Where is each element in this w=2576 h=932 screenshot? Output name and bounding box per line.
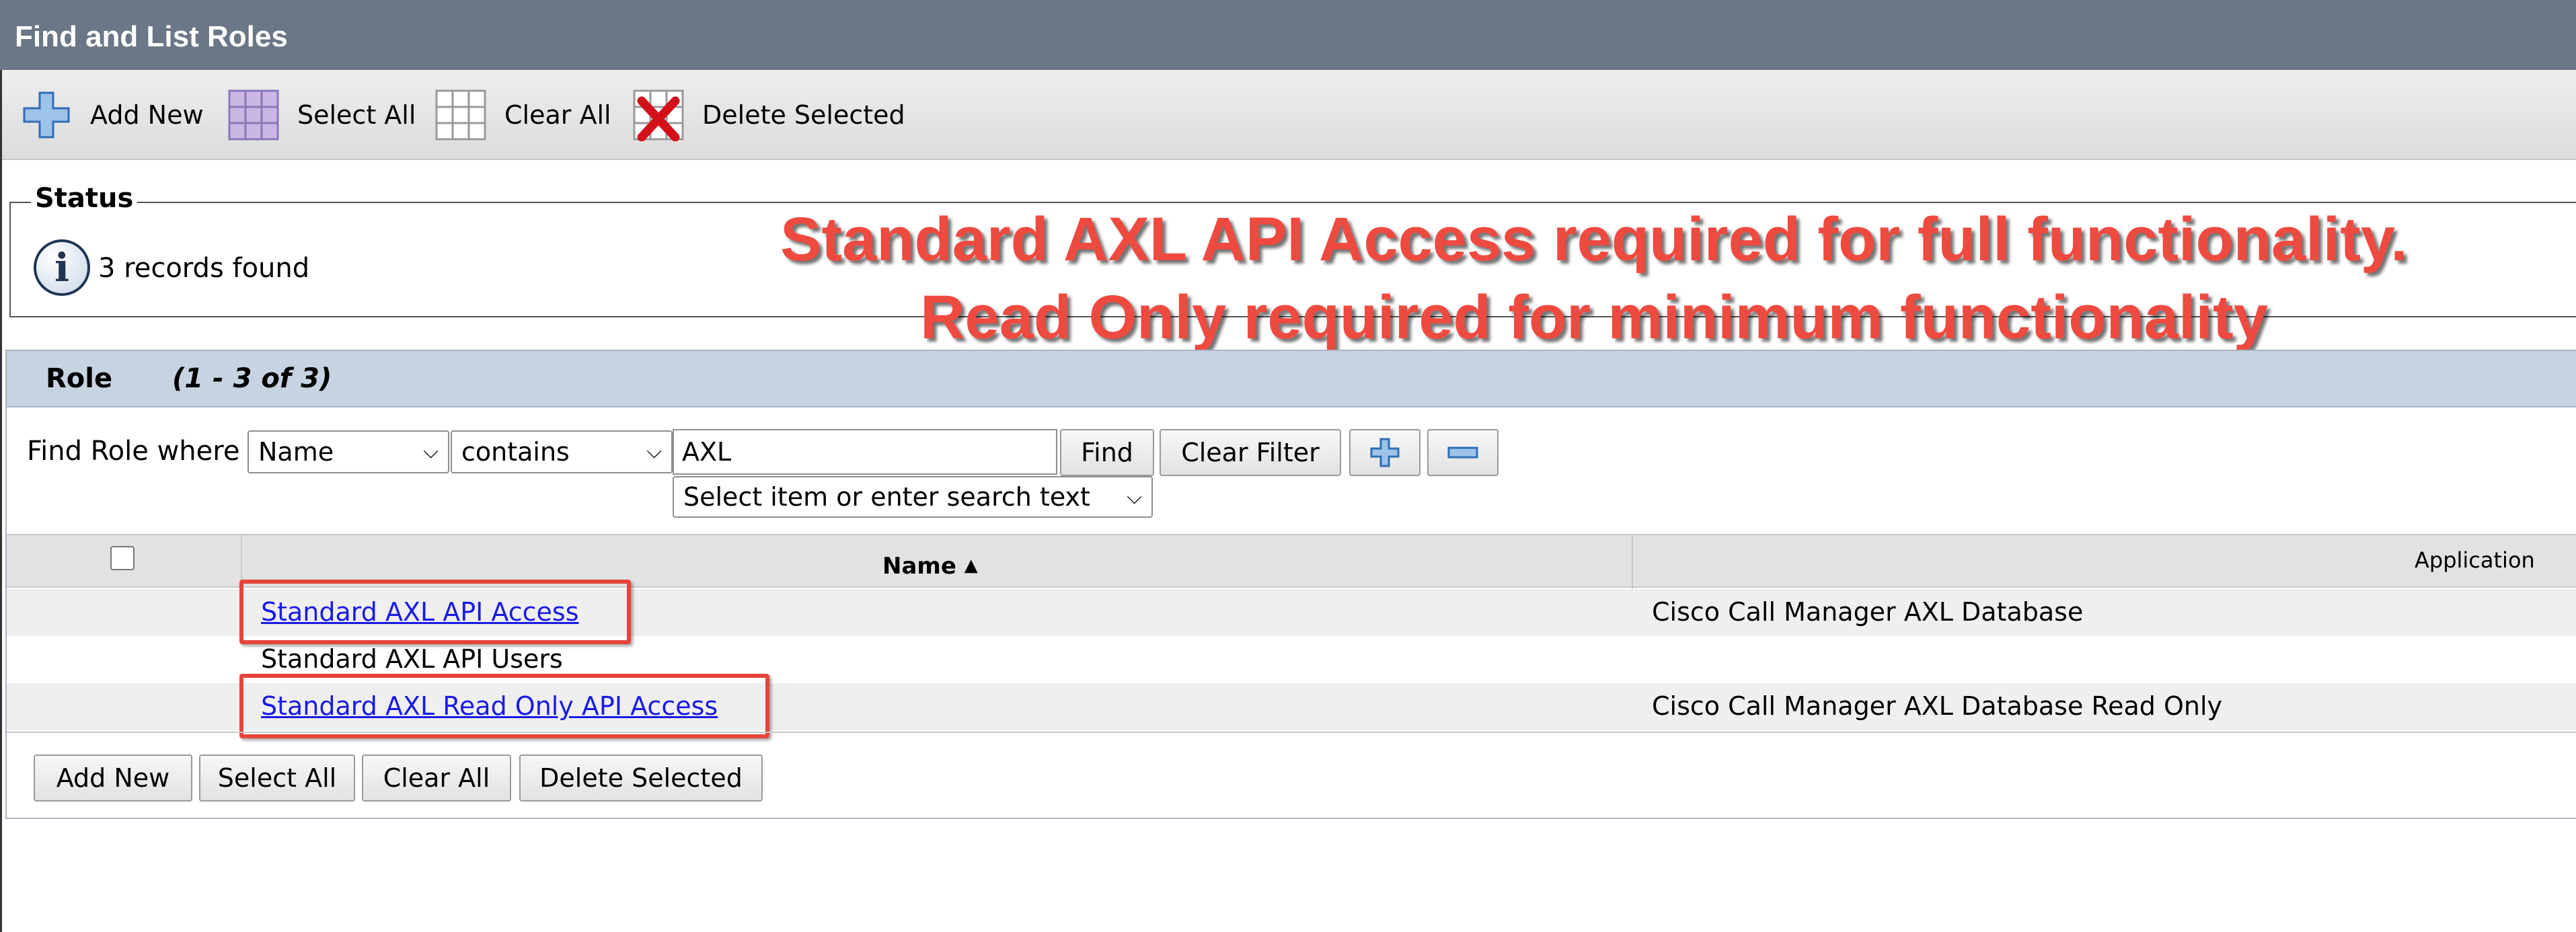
role-link[interactable]: Standard AXL API Access [261,597,579,627]
name-column-header[interactable]: Name ▲ [882,553,978,580]
select-all-button[interactable]: Select All [199,754,355,802]
annotation-line-1: Standard AXL API Access required for ful… [780,205,2408,274]
chevron-down-icon: ⌵ [423,440,439,463]
table-row: Standard AXL Read Only API Access Cisco … [7,674,2576,738]
application-column-header[interactable]: Application [2415,547,2535,573]
minus-icon [1447,446,1478,459]
find-label: Find Role where [27,436,240,467]
column-divider [1632,535,1633,589]
application-cell: Cisco Call Manager AXL Database [1652,597,2084,627]
status-message: 3 records found [98,253,310,284]
info-icon: i [34,239,90,296]
operator-select[interactable]: contains ⌵ [451,430,673,473]
add-new-label: Add New [90,100,204,130]
find-button[interactable]: Find [1060,429,1154,476]
role-link[interactable]: Standard AXL Read Only API Access [261,691,718,721]
delete-selected-label: Delete Selected [702,100,905,130]
annotation-line-2: Read Only required for minimum functiona… [920,283,2268,352]
add-new-button[interactable]: Add New [34,754,192,802]
application-cell: Cisco Call Manager AXL Database Read Onl… [1652,691,2223,721]
delete-selected-tool[interactable]: Delete Selected [632,86,905,144]
plus-icon [1370,438,1400,467]
title-bar: Find and List Roles [0,0,2576,70]
add-new-tool[interactable]: Add New [20,86,204,144]
secondary-search-placeholder: Select item or enter search text [683,482,1090,512]
grid-clear-icon [434,89,487,141]
name-column-label: Name [882,553,956,580]
panel-header: Role (1 - 3 of 3) [7,351,2576,407]
record-count: (1 - 3 of 3) [172,363,332,394]
clear-filter-button[interactable]: Clear Filter [1160,429,1341,476]
table-bottom-border [7,732,2576,733]
clear-all-button[interactable]: Clear All [362,754,511,802]
clear-all-label: Clear All [504,100,611,130]
select-all-checkbox[interactable] [110,546,135,570]
select-all-label: Select All [297,100,416,130]
operator-select-value: contains [461,437,570,467]
delete-icon [632,89,685,142]
field-select-value: Name [258,437,334,467]
status-legend: Status [31,183,138,214]
annotation-overlay: Standard AXL API Access required for ful… [713,200,2475,356]
search-input-value: AXL [682,437,732,467]
table-row: Standard AXL API Access Cisco Call Manag… [7,580,2576,644]
toolbar: Add New Select All Clear All Delete Sele… [0,70,2576,160]
role-name: Standard AXL API Users [261,644,563,674]
secondary-search-select[interactable]: Select item or enter search text ⌵ [673,476,1153,518]
plus-icon [20,89,73,141]
search-input[interactable]: AXL [673,429,1057,475]
field-select[interactable]: Name ⌵ [248,430,449,473]
delete-selected-button[interactable]: Delete Selected [519,754,763,802]
clear-all-tool[interactable]: Clear All [434,86,611,144]
role-panel: Role (1 - 3 of 3) Find Role where Name ⌵… [5,350,2576,819]
grid-select-icon [227,89,280,141]
remove-filter-button[interactable] [1427,429,1499,476]
sort-ascending-icon: ▲ [964,555,978,576]
page-title: Find and List Roles [15,20,288,53]
window-left-border [0,70,2,932]
chevron-down-icon: ⌵ [1127,486,1142,509]
chevron-down-icon: ⌵ [646,440,662,463]
select-all-tool[interactable]: Select All [227,86,416,144]
panel-title: Role [46,363,113,394]
add-filter-button[interactable] [1349,429,1420,476]
